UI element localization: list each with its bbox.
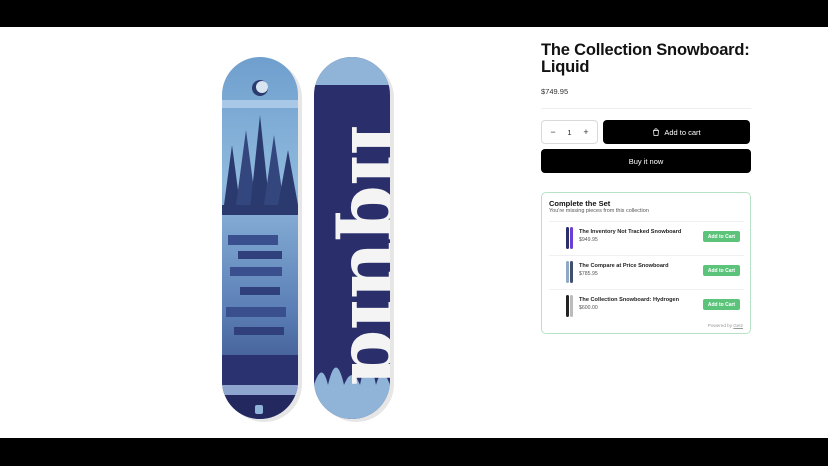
set-item-name: The Collection Snowboard: Hydrogen <box>579 297 680 303</box>
set-item-name: The Inventory Not Tracked Snowboard <box>579 229 682 235</box>
product-title: The Collection Snowboard: Liquid <box>541 41 750 76</box>
product-image-gallery[interactable]: liquid <box>210 55 400 423</box>
divider <box>541 108 751 109</box>
product-thumbnail <box>566 227 573 249</box>
increase-quantity-button[interactable]: + <box>581 127 591 137</box>
top-letterbox-bar <box>0 0 828 27</box>
quantity-stepper[interactable]: − 1 + <box>541 120 598 144</box>
decrease-quantity-button[interactable]: − <box>548 127 558 137</box>
set-item-price: $785.95 <box>579 271 598 277</box>
set-item: The Inventory Not Tracked Snowboard $949… <box>549 221 744 253</box>
complete-the-set-widget: Complete the Set You're missing pieces f… <box>541 192 751 334</box>
powered-brand-link[interactable]: Getz <box>733 323 743 328</box>
quantity-value[interactable]: 1 <box>567 128 571 137</box>
set-item-add-to-cart-button[interactable]: Add to Cart <box>703 265 740 276</box>
set-item-add-to-cart-button[interactable]: Add to Cart <box>703 299 740 310</box>
add-to-cart-button[interactable]: Add to cart <box>603 120 750 144</box>
product-price: $749.95 <box>541 87 569 96</box>
snowboard-image: liquid <box>222 57 400 422</box>
product-page: liquid The Collection Snowboard: Liquid … <box>0 27 828 438</box>
purchase-row: − 1 + Add to cart <box>541 120 751 144</box>
set-subtitle: You're missing pieces from this collecti… <box>549 208 649 214</box>
product-thumbnail <box>566 261 573 283</box>
set-item-add-to-cart-button[interactable]: Add to Cart <box>703 231 740 242</box>
set-title: Complete the Set <box>549 199 611 208</box>
set-item-price: $949.95 <box>579 237 598 243</box>
set-item: The Compare at Price Snowboard $785.95 A… <box>549 255 744 287</box>
add-to-cart-label: Add to cart <box>664 127 701 137</box>
set-item-price: $600.00 <box>579 305 598 311</box>
product-info-panel: The Collection Snowboard: Liquid $749.95… <box>541 41 751 334</box>
product-thumbnail <box>566 295 573 317</box>
set-item: The Collection Snowboard: Hydrogen $600.… <box>549 289 744 321</box>
shopping-bag-icon <box>653 128 660 136</box>
svg-text:liquid: liquid <box>333 124 400 385</box>
powered-by-text: Powered by Getz <box>708 323 743 328</box>
powered-prefix: Powered by <box>707 323 733 328</box>
buy-it-now-button[interactable]: Buy it now <box>541 149 751 173</box>
set-item-name: The Compare at Price Snowboard <box>579 263 669 269</box>
bottom-letterbox-bar <box>0 438 828 466</box>
